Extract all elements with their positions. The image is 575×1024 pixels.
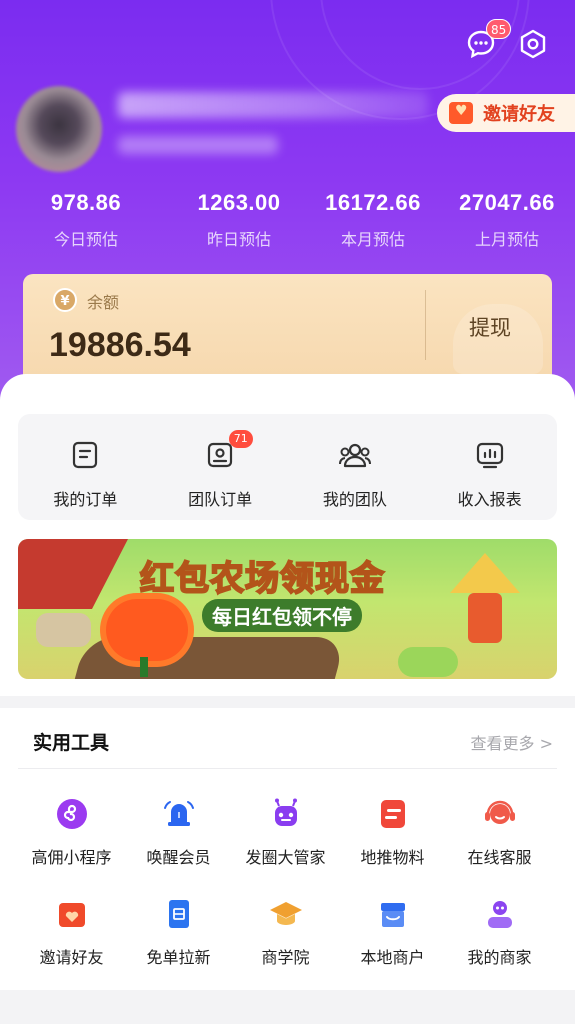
- message-badge: 85: [486, 19, 512, 39]
- tool-local-merchants[interactable]: 本地商户: [339, 894, 446, 968]
- stat-value: 27047.66: [459, 190, 555, 215]
- banner-title: 红包农场领现金: [139, 558, 385, 600]
- quick-actions: 我的订单 71 团队订单 我的团队 收入报表: [18, 414, 557, 520]
- mini-program-icon: [52, 794, 92, 834]
- tool-my-merchants[interactable]: 我的商家: [446, 894, 553, 968]
- stat-yesterday[interactable]: 1263.00 昨日预估: [172, 190, 306, 250]
- flower-stem: [140, 657, 148, 677]
- balance-card: ¥ 余额 19886.54 提现: [23, 274, 552, 384]
- scarecrow-hat: [450, 553, 520, 593]
- gift-icon: [449, 102, 473, 124]
- graduation-icon: [266, 894, 306, 934]
- tool-label: 发圈大管家: [245, 848, 326, 867]
- quick-label: 团队订单: [188, 490, 253, 509]
- tools-row: 邀请好友 免单拉新 商学院 本地商户 我的商家: [0, 894, 575, 968]
- tool-invite-friends[interactable]: 邀请好友: [18, 894, 125, 968]
- quick-label: 我的订单: [53, 490, 118, 509]
- tool-label: 商学院: [261, 948, 310, 967]
- stat-value: 1263.00: [197, 190, 281, 215]
- quick-my-team[interactable]: 我的团队: [288, 414, 423, 520]
- tool-label: 免单拉新: [146, 948, 211, 967]
- rock-illustration: [36, 613, 91, 647]
- invite-friends-button[interactable]: 邀请好友: [437, 94, 575, 132]
- tool-free-order[interactable]: 免单拉新: [125, 894, 232, 968]
- tool-label: 在线客服: [467, 848, 532, 867]
- stat-label: 上月预估: [474, 230, 539, 249]
- tools-section: 实用工具 查看更多 > 高佣小程序 唤醒会员 发圈大管家 地推物料 在线客服 邀…: [0, 708, 575, 990]
- tool-business-school[interactable]: 商学院: [232, 894, 339, 968]
- team-orders-badge: 71: [228, 430, 253, 448]
- quick-team-orders[interactable]: 71 团队订单: [153, 414, 288, 520]
- settings-icon[interactable]: [514, 25, 552, 63]
- divider: [18, 768, 557, 769]
- tool-label: 邀请好友: [39, 948, 104, 967]
- earnings-stats: 978.86 今日预估 1263.00 昨日预估 16172.66 本月预估 2…: [0, 190, 575, 250]
- balance-label: 余额: [87, 293, 120, 312]
- bottom-spacer: [0, 1000, 575, 1024]
- stat-today[interactable]: 978.86 今日预估: [0, 190, 172, 250]
- merchant-icon: [480, 894, 520, 934]
- withdraw-button[interactable]: 提现: [469, 312, 511, 342]
- bush-illustration: [398, 647, 458, 677]
- tool-label: 高佣小程序: [31, 848, 112, 867]
- stat-this-month[interactable]: 16172.66 本月预估: [306, 190, 440, 250]
- stat-label: 今日预估: [53, 230, 118, 249]
- headset-icon: [480, 794, 520, 834]
- view-more-link[interactable]: 查看更多 >: [471, 730, 554, 754]
- quick-label: 收入报表: [457, 490, 522, 509]
- tool-promo-materials[interactable]: 地推物料: [339, 794, 446, 868]
- stat-last-month[interactable]: 27047.66 上月预估: [440, 190, 574, 250]
- tool-mini-program[interactable]: 高佣小程序: [18, 794, 125, 868]
- robot-icon: [266, 794, 306, 834]
- free-ticket-icon: [159, 894, 199, 934]
- barn-illustration: [18, 539, 128, 609]
- red-packet-farm-banner[interactable]: 红包农场领现金 每日红包领不停: [18, 539, 557, 679]
- quick-label: 我的团队: [322, 490, 387, 509]
- stat-label: 本月预估: [340, 230, 405, 249]
- tool-label: 本地商户: [360, 948, 425, 967]
- tool-moments-manager[interactable]: 发圈大管家: [232, 794, 339, 868]
- tools-row: 高佣小程序 唤醒会员 发圈大管家 地推物料 在线客服: [0, 794, 575, 868]
- stat-label: 昨日预估: [206, 230, 271, 249]
- order-icon: [70, 440, 100, 474]
- scarecrow-body: [468, 593, 502, 643]
- stat-value: 16172.66: [325, 190, 421, 215]
- balance-value: 19886.54: [49, 326, 191, 364]
- tool-label: 唤醒会员: [146, 848, 211, 867]
- tools-title: 实用工具: [33, 732, 110, 754]
- avatar[interactable]: [16, 86, 102, 172]
- banner-subtitle: 每日红包领不停: [202, 599, 362, 632]
- coin-icon: ¥: [53, 288, 77, 312]
- tool-wake-members[interactable]: 唤醒会员: [125, 794, 232, 868]
- user-id-blurred: [118, 136, 278, 154]
- quick-income-report[interactable]: 收入报表: [422, 414, 557, 520]
- quick-my-orders[interactable]: 我的订单: [18, 414, 153, 520]
- tool-online-support[interactable]: 在线客服: [446, 794, 553, 868]
- report-icon: [475, 440, 505, 474]
- invite-label: 邀请好友: [483, 104, 555, 125]
- tool-label: 我的商家: [467, 948, 532, 967]
- bell-icon: [159, 794, 199, 834]
- store-icon: [373, 894, 413, 934]
- material-icon: [373, 794, 413, 834]
- invite-icon: [52, 894, 92, 934]
- team-icon: [338, 440, 372, 474]
- stat-value: 978.86: [50, 190, 122, 215]
- nickname-blurred: [118, 92, 428, 118]
- divider: [425, 290, 426, 360]
- tool-label: 地推物料: [360, 848, 425, 867]
- flower-illustration: [106, 599, 188, 661]
